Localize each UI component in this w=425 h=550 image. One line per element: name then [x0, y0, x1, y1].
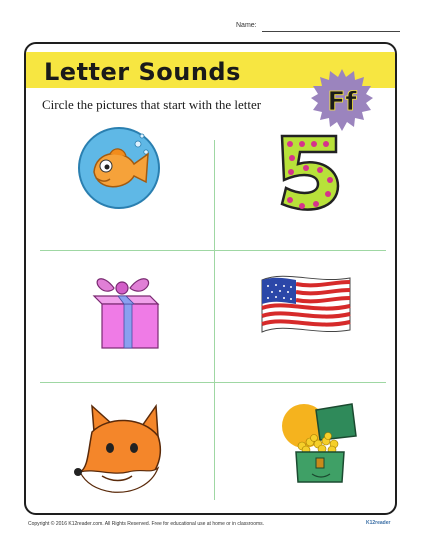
letter-badge: Ff	[311, 69, 373, 131]
name-label: Name:	[236, 22, 257, 29]
fox-picture[interactable]	[72, 402, 168, 498]
horizontal-divider-1	[40, 250, 386, 251]
copyright-text: Copyright © 2016 K12reader.com. All Righ…	[28, 521, 265, 527]
worksheet-frame: Letter Sounds Circle the pictures that s…	[24, 42, 397, 515]
flag-picture[interactable]	[256, 270, 356, 348]
vertical-divider	[214, 140, 215, 500]
worksheet-title: Letter Sounds	[44, 58, 241, 86]
fish-picture[interactable]	[76, 124, 162, 212]
letter-label: Ff	[327, 87, 357, 117]
name-field[interactable]	[262, 31, 400, 32]
five-picture[interactable]	[274, 132, 344, 214]
horizontal-divider-2	[40, 382, 386, 383]
gift-picture[interactable]	[84, 266, 166, 352]
instructions-text: Circle the pictures that start with the …	[42, 97, 262, 112]
brand-logo: K12reader	[366, 520, 391, 526]
treasure-chest-picture[interactable]	[274, 396, 364, 486]
